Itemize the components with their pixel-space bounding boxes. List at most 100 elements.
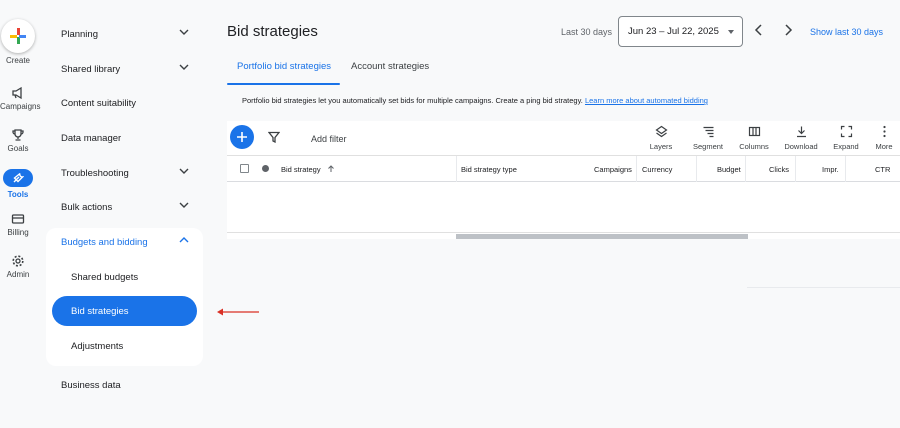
column-divider: [795, 156, 796, 182]
nav-item-content-suitability[interactable]: Content suitability: [46, 86, 203, 120]
nav-item-troubleshooting[interactable]: Troubleshooting: [46, 156, 203, 190]
column-header-bid-strategy[interactable]: Bid strategy: [281, 165, 335, 174]
download-icon: [796, 126, 806, 138]
nav-sub-label: Adjustments: [71, 340, 124, 352]
tab-account-strategies[interactable]: Account strategies: [351, 61, 429, 72]
nav-item-label: Data manager: [61, 132, 122, 144]
more-button[interactable]: More: [862, 125, 900, 151]
chevron-down-icon: [179, 202, 189, 208]
segment-icon: [703, 126, 713, 138]
bid-strategies-table-card: Add filter Layers Segment Columns Downlo…: [227, 121, 900, 239]
megaphone-icon: [12, 86, 22, 100]
layers-icon: [654, 125, 668, 138]
nav-item-bulk-actions[interactable]: Bulk actions: [46, 190, 203, 224]
columns-button[interactable]: Columns: [732, 125, 776, 151]
expand-icon: [840, 125, 852, 138]
more-vert-icon: [882, 125, 886, 138]
rail-create-label: Create: [5, 56, 30, 65]
learn-more-link[interactable]: Learn more about automated bidding: [585, 96, 708, 105]
next-period-icon[interactable]: [783, 24, 793, 36]
tools-pill: [3, 169, 33, 187]
rail-tools[interactable]: Tools: [0, 169, 36, 199]
expand-label: Expand: [833, 142, 859, 151]
nav-item-label: Bulk actions: [61, 201, 113, 213]
rail-campaigns[interactable]: Campaigns: [0, 86, 40, 111]
nav-item-label: Troubleshooting: [61, 167, 129, 179]
columns-icon: [748, 126, 760, 137]
nav-item-label: Shared library: [61, 63, 121, 75]
plus-icon: [10, 28, 26, 44]
rail-admin[interactable]: Admin: [0, 254, 36, 279]
info-text-part2: ing bid strategy.: [530, 96, 583, 105]
rail-tools-label: Tools: [7, 190, 29, 199]
nav-item-label: Budgets and bidding: [61, 236, 148, 248]
column-divider: [456, 156, 457, 182]
create-button[interactable]: [1, 19, 35, 53]
sort-arrow-up-icon: [327, 165, 334, 172]
layers-button[interactable]: Layers: [639, 125, 683, 151]
rail-admin-label: Admin: [6, 270, 30, 279]
nav-sub-bid-strategies[interactable]: Bid strategies: [52, 296, 197, 326]
columns-label: Columns: [739, 142, 769, 151]
nav-item-label: Planning: [61, 28, 98, 40]
column-header-impr[interactable]: Impr.: [822, 165, 839, 174]
filter-icon[interactable]: [268, 131, 280, 143]
column-header-campaigns[interactable]: Campaigns: [594, 165, 632, 174]
nav-item-shared-library[interactable]: Shared library: [46, 52, 203, 86]
download-label: Download: [784, 142, 818, 151]
nav-item-budgets-and-bidding[interactable]: Budgets and bidding: [46, 225, 203, 259]
column-header-budget[interactable]: Budget: [717, 165, 741, 174]
layers-label: Layers: [649, 142, 673, 151]
nav-sub-label: Shared budgets: [71, 271, 139, 283]
rail-campaigns-label: Campaigns: [0, 102, 41, 111]
chevron-down-icon: [179, 64, 189, 70]
column-header-label: Bid strategy: [281, 165, 321, 174]
date-range-label: Last 30 days: [561, 27, 613, 37]
column-header-ctr[interactable]: CTR: [875, 165, 890, 174]
column-divider: [745, 156, 746, 182]
show-last-30-days-link[interactable]: Show last 30 days: [810, 27, 883, 37]
chevron-down-icon: [179, 168, 189, 174]
column-divider: [696, 156, 697, 182]
download-button[interactable]: Download: [779, 125, 823, 151]
date-range-select[interactable]: Jun 23 – Jul 22, 2025: [618, 16, 743, 47]
annotation-arrow-icon: [217, 308, 259, 316]
nav-item-data-manager[interactable]: Data manager: [46, 121, 203, 155]
horizontal-scrollbar-thumb[interactable]: [456, 234, 748, 239]
info-text-part1: Portfolio bid strategies let you automat…: [242, 96, 531, 105]
column-header-clicks[interactable]: Clicks: [769, 165, 789, 174]
credit-card-icon: [11, 214, 25, 224]
column-divider: [845, 156, 846, 182]
nav-group-budgets-and-bidding: Budgets and bidding Shared budgets Bid s…: [46, 228, 203, 366]
divider: [747, 287, 900, 288]
chevron-up-icon: [179, 237, 189, 243]
nav-sub-shared-budgets[interactable]: Shared budgets: [52, 262, 197, 292]
chevron-down-icon: [179, 29, 189, 35]
gear-icon: [12, 255, 24, 267]
select-all-checkbox[interactable]: [240, 164, 249, 173]
previous-period-icon[interactable]: [754, 24, 764, 36]
nav-item-label: Business data: [61, 379, 121, 391]
column-header-currency[interactable]: Currency: [642, 165, 672, 174]
nav-sub-adjustments[interactable]: Adjustments: [52, 331, 197, 361]
nav-item-planning[interactable]: Planning: [46, 17, 203, 51]
segment-button[interactable]: Segment: [686, 125, 730, 151]
rail-billing-label: Billing: [7, 228, 29, 237]
nav-item-business-data[interactable]: Business data: [46, 368, 203, 402]
table-header: Bid strategy Bid strategy type Campaigns…: [227, 155, 900, 182]
date-range-value: Jun 23 – Jul 22, 2025: [628, 26, 719, 37]
column-header-bid-strategy-type[interactable]: Bid strategy type: [461, 165, 517, 174]
rail-billing[interactable]: Billing: [0, 212, 36, 237]
status-dot-icon: [262, 165, 269, 172]
add-filter-button[interactable]: Add filter: [311, 134, 347, 144]
rail-goals[interactable]: Goals: [0, 128, 36, 153]
tab-portfolio-bid-strategies[interactable]: Portfolio bid strategies: [237, 61, 331, 72]
nav-item-label: Content suitability: [61, 97, 136, 109]
add-bid-strategy-button[interactable]: [230, 125, 254, 149]
more-label: More: [875, 142, 893, 151]
tools-nav: Planning Shared library Content suitabil…: [46, 0, 203, 428]
column-divider: [636, 156, 637, 182]
icon-rail: Create Campaigns Goals Tools Billing Adm…: [0, 0, 40, 428]
dropdown-caret-icon: [728, 30, 734, 34]
plus-icon: [237, 132, 247, 142]
